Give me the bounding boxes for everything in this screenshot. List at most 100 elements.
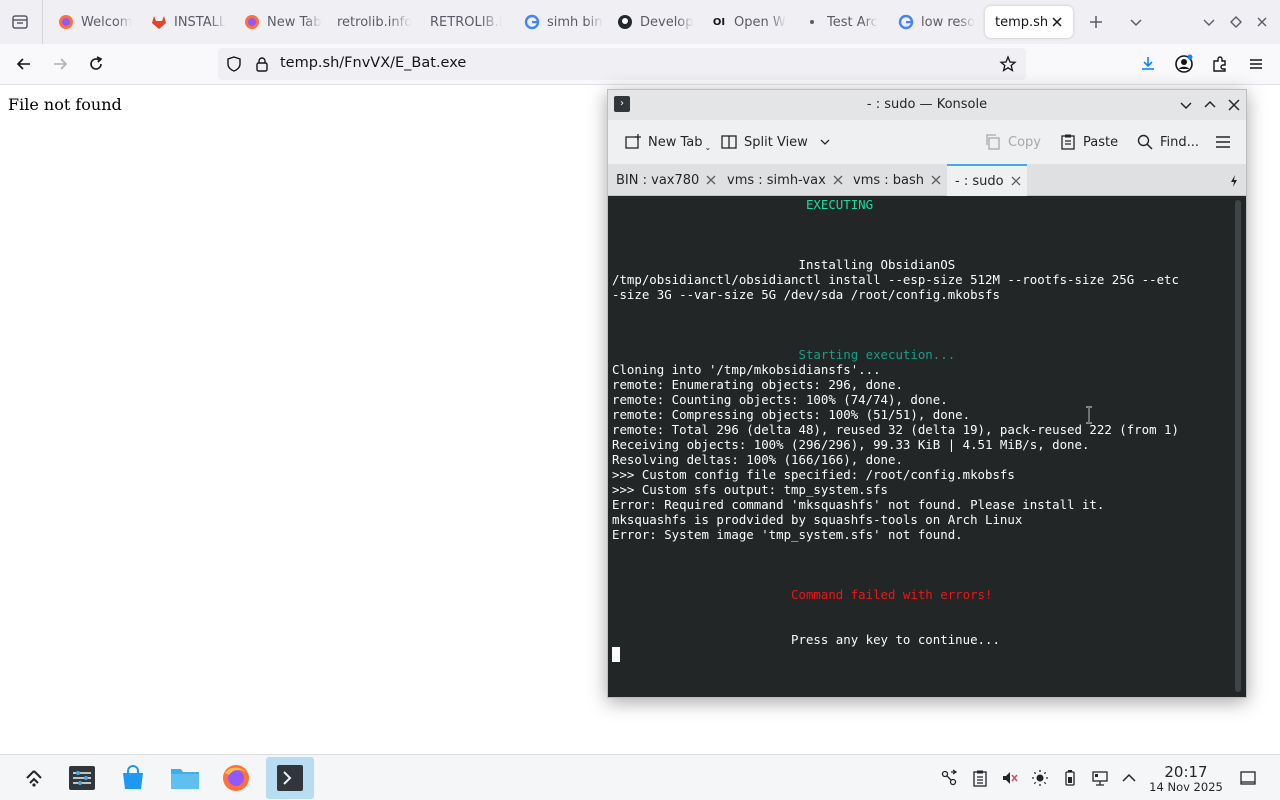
network-wired-icon[interactable]	[1091, 769, 1109, 787]
maximize-window-icon[interactable]	[1224, 10, 1248, 34]
konsole-tab-label: vms : simh-vax	[727, 172, 826, 188]
lock-icon[interactable]	[250, 52, 274, 76]
address-bar[interactable]: temp.sh/FnvVX/E_Bat.exe	[218, 48, 1026, 80]
tab-title: temp.sh/	[995, 14, 1047, 30]
browser-tab[interactable]: OI Open W	[701, 6, 791, 38]
taskbar	[0, 754, 1280, 800]
browser-tab[interactable]: Develop	[607, 6, 697, 38]
back-arrow-icon[interactable]	[12, 52, 36, 76]
openwebui-icon: OI	[712, 16, 726, 28]
split-view-label: Split View	[744, 134, 808, 150]
konsole-tab-label: BIN : vax780	[616, 172, 700, 188]
terminal-line: remote: Compressing objects: 100% (51/51…	[612, 407, 971, 422]
find-button[interactable]: Find...	[1136, 131, 1199, 153]
new-tab-button[interactable]: New Tab ⌄	[624, 131, 711, 153]
extensions-puzzle-icon[interactable]	[1208, 52, 1232, 76]
network-share-icon[interactable]	[940, 769, 958, 787]
browser-tab[interactable]: New Tab	[234, 6, 324, 38]
browser-tab[interactable]: Test Arc	[794, 6, 884, 38]
clock-date[interactable]: 14 Nov 2025	[1144, 780, 1228, 794]
forward-arrow-icon[interactable]	[48, 52, 72, 76]
browser-tab[interactable]: simh bin	[514, 6, 604, 38]
browser-tab[interactable]: RETROLIB.I	[420, 6, 510, 38]
konsole-tab-active[interactable]: - : sudo	[947, 164, 1027, 196]
konsole-taskbar-button[interactable]	[266, 757, 314, 799]
konsole-menu-button[interactable]	[1214, 131, 1238, 153]
firefox-icon	[223, 765, 249, 791]
tab-overflow-chevron-icon[interactable]	[1124, 10, 1148, 34]
terminal-line: Resolving deltas: 100% (166/166), done.	[612, 452, 903, 467]
list-all-tabs-icon[interactable]	[8, 10, 32, 34]
terminal-line: Command failed with errors!	[612, 587, 993, 602]
tracking-shield-icon[interactable]	[222, 52, 246, 76]
hamburger-menu-icon[interactable]	[1244, 52, 1268, 76]
system-settings-taskbar-button[interactable]	[62, 759, 102, 797]
copy-button[interactable]: Copy	[984, 131, 1041, 153]
terminal-line: mksquashfs is prodvided by squashfs-tool…	[612, 512, 1023, 527]
new-tab-plus-icon[interactable]	[1084, 10, 1108, 34]
brightness-icon[interactable]	[1031, 769, 1049, 787]
maximize-chevron-icon[interactable]	[1202, 97, 1218, 113]
terminal-line: Press any key to continue...	[612, 632, 1000, 647]
browser-tab[interactable]: low reso	[888, 6, 978, 38]
close-window-icon[interactable]	[1250, 10, 1274, 34]
url-text[interactable]: temp.sh/FnvVX/E_Bat.exe	[280, 55, 466, 71]
browser-tab[interactable]: INSTALL	[141, 6, 231, 38]
copy-label: Copy	[1008, 134, 1041, 150]
tab-title: New Tab	[267, 14, 322, 30]
terminal-line: Error: Required command 'mksquashfs' not…	[612, 497, 1105, 512]
konsole-tab[interactable]: BIN : vax780	[608, 164, 722, 196]
downloads-icon[interactable]	[1136, 52, 1160, 76]
tab-title: low reso	[921, 14, 976, 30]
paste-button[interactable]: Paste	[1059, 131, 1118, 153]
browser-tab[interactable]: retrolib.info	[327, 6, 417, 38]
reload-icon[interactable]	[84, 52, 108, 76]
browser-tab-active[interactable]: temp.sh/	[985, 6, 1073, 38]
konsole-tab[interactable]: vms : simh-vax	[719, 164, 847, 196]
minimize-chevron-icon[interactable]	[1178, 97, 1194, 113]
battery-icon[interactable]	[1061, 769, 1079, 787]
tab-bar-pin-icon[interactable]	[1228, 173, 1240, 187]
volume-muted-icon[interactable]	[1001, 769, 1019, 787]
tab-title: Welcom	[81, 14, 133, 30]
application-launcher-button[interactable]	[14, 759, 54, 797]
konsole-tab[interactable]: vms : bash	[845, 164, 947, 196]
terminal-icon	[277, 765, 303, 791]
terminal-scrollbar[interactable]	[1235, 200, 1241, 692]
tray-expand-chevron-icon[interactable]	[1120, 769, 1138, 787]
page-message: File not found	[8, 95, 122, 114]
close-tab-icon	[706, 175, 716, 185]
split-view-dropdown-icon	[820, 139, 830, 145]
tab-title: retrolib.info	[337, 14, 413, 30]
terminal-output[interactable]: EXECUTING Installing ObsidianOS/tmp/obsi…	[608, 196, 1246, 697]
konsole-tab-label: vms : bash	[853, 172, 925, 188]
firefox-icon	[58, 14, 74, 30]
clipboard-icon[interactable]	[971, 769, 989, 787]
close-tab-icon	[931, 175, 941, 185]
show-desktop-icon[interactable]	[1239, 769, 1257, 787]
google-icon	[898, 14, 914, 30]
close-icon[interactable]	[1226, 97, 1242, 113]
launcher-icon	[26, 770, 42, 787]
copy-icon	[986, 134, 1000, 150]
terminal-line: >>> Custom sfs output: tmp_system.sfs	[612, 482, 889, 497]
close-tab-icon[interactable]	[1049, 14, 1065, 30]
folder-icon	[171, 769, 199, 789]
terminal-line: -size 3G --var-size 5G /dev/sda /root/co…	[612, 287, 1000, 302]
konsole-titlebar[interactable]: › - : sudo — Konsole	[608, 90, 1246, 120]
clock-time[interactable]: 20:17	[1150, 763, 1222, 781]
file-manager-taskbar-button[interactable]	[165, 759, 205, 797]
new-tab-dropdown-icon[interactable]: ⌄	[705, 143, 712, 152]
discover-store-taskbar-button[interactable]	[113, 759, 153, 797]
terminal-line: /tmp/obsidianctl/obsidianctl install --e…	[612, 272, 1179, 287]
firefox-taskbar-button[interactable]	[216, 759, 256, 797]
paste-icon	[1061, 134, 1075, 150]
window-title: - : sudo — Konsole	[866, 97, 988, 112]
split-view-button[interactable]: Split View	[720, 131, 838, 153]
bookmark-star-icon[interactable]	[996, 52, 1020, 76]
store-bag-icon	[123, 765, 143, 789]
browser-tab[interactable]: Welcom	[48, 6, 138, 38]
hamburger-menu-icon	[1216, 136, 1230, 148]
account-icon[interactable]	[1172, 52, 1196, 76]
minimize-window-icon[interactable]	[1197, 10, 1221, 34]
